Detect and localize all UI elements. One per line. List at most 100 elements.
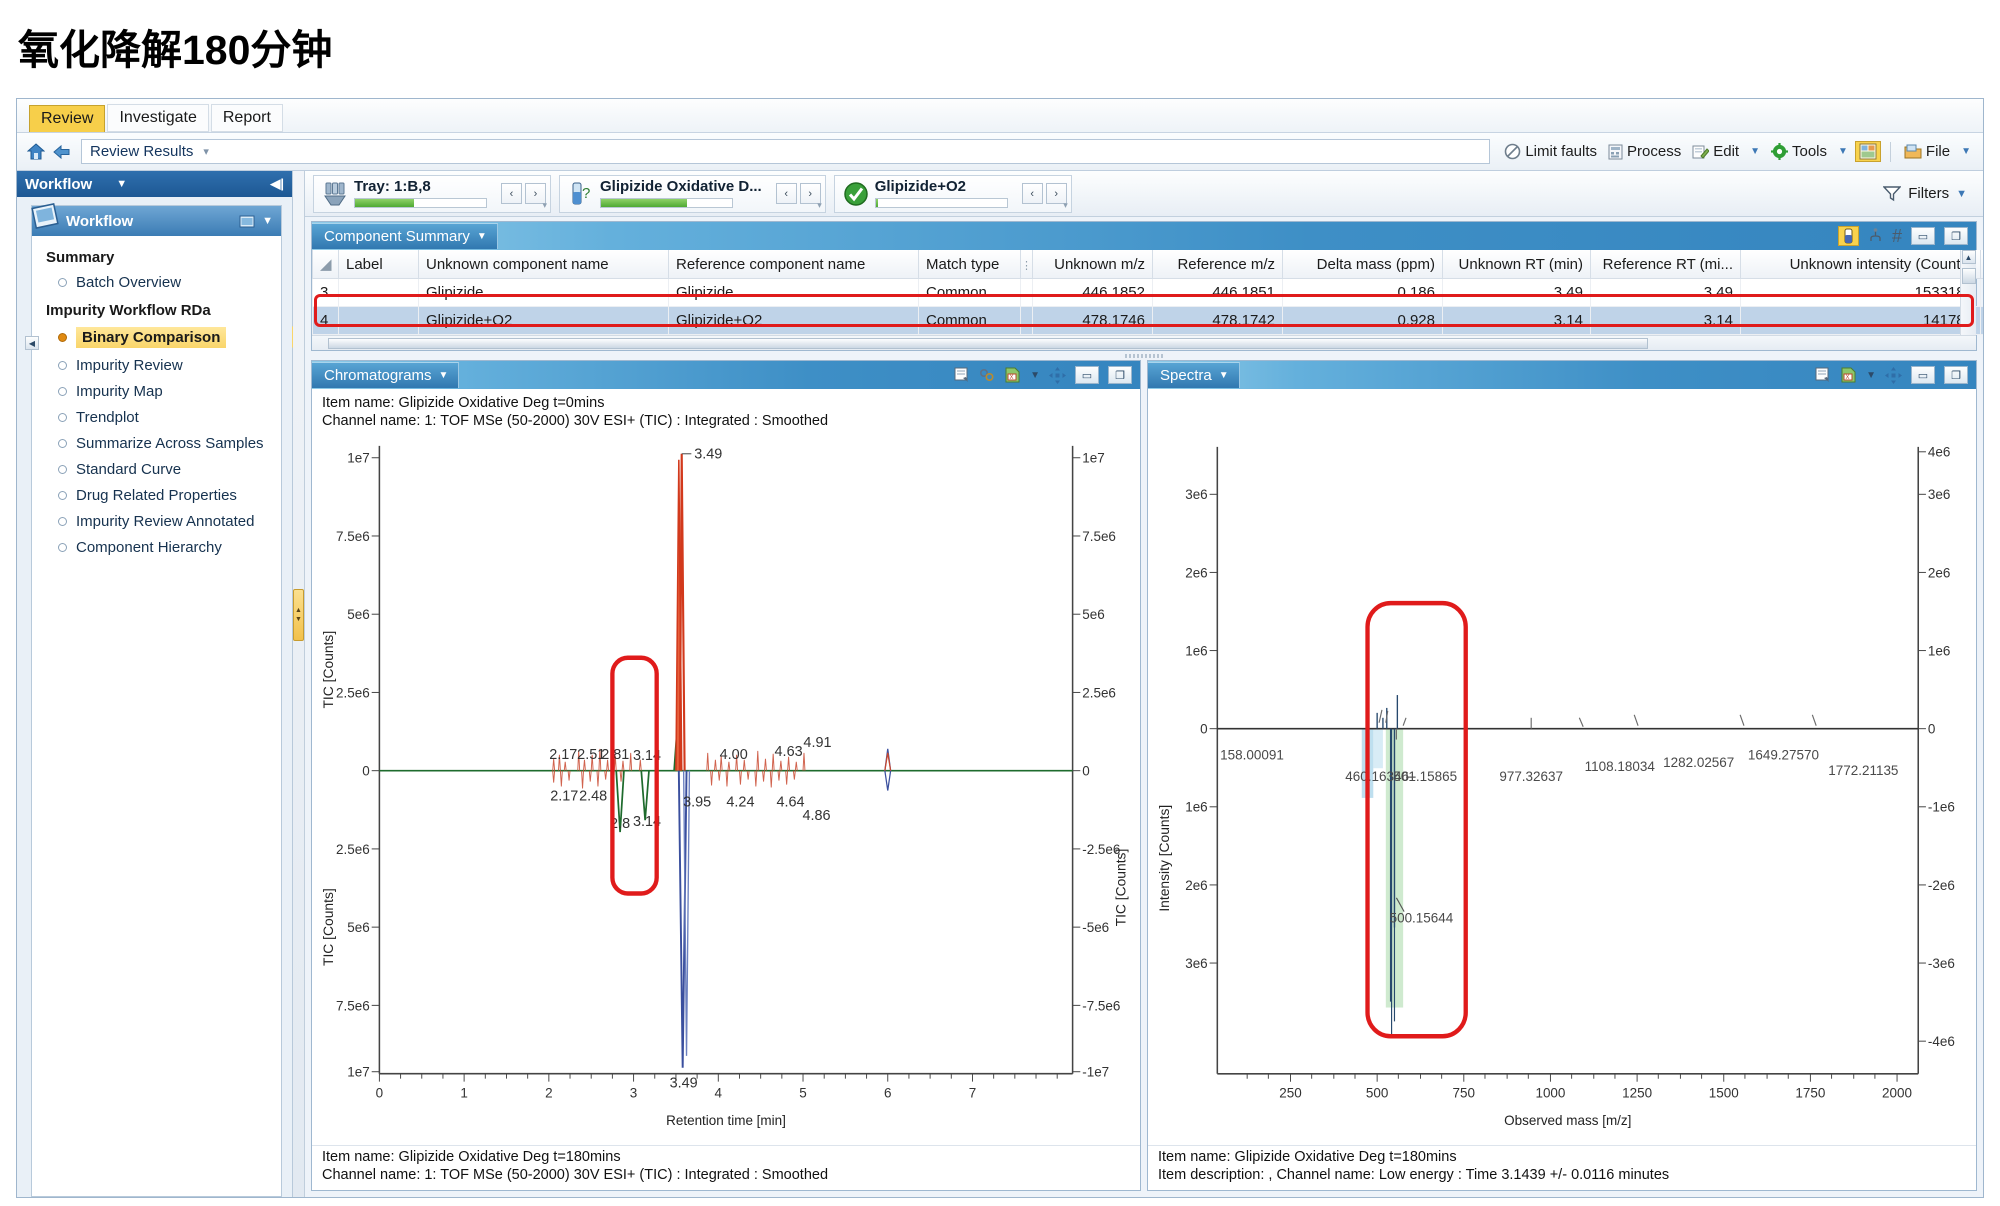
breadcrumb[interactable]: Review Results ▾ [81, 139, 1491, 164]
hscroll-thumb[interactable] [328, 337, 1648, 349]
minimize-button[interactable]: ▭ [1911, 227, 1935, 245]
col-unknown-rt[interactable]: Unknown RT (min) [1442, 250, 1591, 279]
annotate-icon[interactable] [954, 367, 970, 383]
layout-button[interactable] [1854, 141, 1881, 162]
col-sort-indicator[interactable]: ◢ [312, 250, 339, 279]
process-button[interactable]: Process [1604, 141, 1685, 162]
component-dropdown-caret-icon[interactable]: ▾ [1063, 200, 1068, 211]
highlight-toggle-icon[interactable] [1837, 226, 1859, 246]
limit-faults-button[interactable]: Limit faults [1500, 141, 1601, 162]
col-reference-intensity[interactable]: Referen [1980, 250, 1983, 279]
home-icon[interactable] [25, 141, 47, 163]
panel-splitter-grip[interactable] [305, 351, 1983, 360]
tray-card[interactable]: Tray: 1:B,8 ‹ › ▾ [313, 174, 551, 213]
spectrum-plot[interactable]: 3e6 2e6 1e6 0 1e6 2e6 3e6 4e6 3e6 2e6 1e… [1148, 433, 1976, 1145]
collapse-panel-icon[interactable]: ◀| [270, 176, 284, 192]
component-prev-button[interactable]: ‹ [1021, 183, 1043, 204]
tab-report[interactable]: Report [210, 104, 283, 132]
sidebar-item-binary-comparison[interactable]: Binary Comparison [40, 323, 305, 352]
export-dropdown-caret-icon[interactable]: ▼ [1030, 370, 1040, 381]
tab-review[interactable]: Review [29, 105, 106, 132]
grid-vertical-scrollbar[interactable]: ▲ [1960, 250, 1976, 335]
sample-prev-button[interactable]: ‹ [775, 183, 797, 204]
workflow-header-caret-icon[interactable]: ▼ [116, 178, 127, 190]
layout-icon [1859, 143, 1877, 160]
sample-dropdown-caret-icon[interactable]: ▾ [817, 200, 822, 211]
restore-button[interactable]: ❐ [1944, 227, 1968, 245]
tray-dropdown-caret-icon[interactable]: ▾ [542, 200, 547, 211]
spectra-restore-button[interactable]: ❐ [1944, 366, 1968, 384]
col-label[interactable]: Label [338, 250, 419, 279]
export-dropdown-caret-icon[interactable]: ▼ [1866, 370, 1876, 381]
filters-caret-icon[interactable]: ▼ [1956, 188, 1967, 200]
col-unknown-component-name[interactable]: Unknown component name [418, 250, 669, 279]
svg-text:1108.18034: 1108.18034 [1585, 759, 1656, 774]
sidebar-item-impurity-review[interactable]: Impurity Review [40, 353, 275, 378]
chevron-down-icon[interactable]: ▼ [477, 231, 487, 242]
cell-unknown-mz: 478.1746 [1032, 306, 1153, 335]
spectra-panel: Spectra ▼ X ▼ ▭ ❐ 3e6 2e6 1e6 0 1e6 2e6 … [1147, 360, 1977, 1191]
chromatograms-tab[interactable]: Chromatograms ▼ [312, 362, 460, 388]
table-row[interactable]: 3 Glipizide Glipizide Common 446.1852 44… [312, 278, 1983, 307]
sidebar-item-trendplot[interactable]: Trendplot [40, 405, 275, 430]
hash-icon[interactable]: # [1892, 227, 1902, 245]
sample-card[interactable]: ? Glipizide Oxidative D... ‹ › ▾ [559, 174, 826, 213]
spectra-minimize-button[interactable]: ▭ [1911, 366, 1935, 384]
workflow-menu-caret-icon[interactable]: ▼ [262, 215, 273, 227]
col-delta-mass[interactable]: Delta mass (ppm) [1282, 250, 1443, 279]
export-icon[interactable]: X [1840, 367, 1857, 383]
export-icon[interactable]: X [1004, 367, 1021, 383]
chromatograms-restore-button[interactable]: ❐ [1108, 366, 1132, 384]
scroll-up-button[interactable]: ▲ [1961, 250, 1976, 264]
link-icon[interactable] [979, 367, 995, 383]
sidebar-item-batch-overview[interactable]: Batch Overview [40, 270, 275, 295]
tools-button[interactable]: Tools [1767, 141, 1831, 162]
edit-button[interactable]: Edit [1688, 141, 1743, 162]
col-reference-component-name[interactable]: Reference component name [668, 250, 919, 279]
spectra-tab[interactable]: Spectra ▼ [1148, 362, 1240, 388]
tray-prev-button[interactable]: ‹ [501, 183, 522, 204]
sidebar-item-impurity-review-annotated[interactable]: Impurity Review Annotated [40, 509, 275, 534]
col-match-type[interactable]: Match type [918, 250, 1021, 279]
sidebar-item-summarize-across-samples[interactable]: Summarize Across Samples [40, 431, 275, 456]
branch-icon[interactable] [1868, 228, 1883, 244]
process-icon [1608, 144, 1623, 159]
chromatogram-plot[interactable]: 1e7 7.5e6 5e6 2.5e6 0 2.5e6 5e6 7.5e6 1e… [312, 432, 1140, 1145]
table-row[interactable]: 4 Glipizide+O2 Glipizide+O2 Common 478.1… [312, 306, 1983, 335]
file-dropdown-caret-icon[interactable]: ▼ [1957, 146, 1975, 157]
col-reference-rt[interactable]: Reference RT (mi... [1590, 250, 1741, 279]
col-reference-mz[interactable]: Reference m/z [1152, 250, 1283, 279]
col-unknown-mz[interactable]: Unknown m/z [1032, 250, 1153, 279]
scroll-left-button[interactable]: ◀ [25, 336, 39, 350]
filters-button[interactable]: Filters ▼ [1883, 185, 1975, 202]
file-button[interactable]: File [1900, 141, 1954, 162]
workflow-window-icon[interactable] [239, 214, 256, 229]
component-card[interactable]: Glipizide+O2 ‹ › ▾ [833, 174, 1072, 213]
tools-dropdown-caret-icon[interactable]: ▼ [1834, 146, 1852, 157]
main-body: Workflow ▼ ◀| Workflow ▼ Summary Batch O… [17, 171, 1983, 1197]
grid-horizontal-scrollbar[interactable]: ◀ [25, 335, 1976, 350]
cell-reference-intensity [1980, 278, 1983, 307]
scroll-thumb[interactable] [1961, 268, 1976, 284]
sidebar-item-impurity-map[interactable]: Impurity Map [40, 379, 275, 404]
chromatograms-title: Chromatograms [324, 367, 432, 384]
svg-text:1649.27570: 1649.27570 [1748, 747, 1820, 762]
chevron-down-icon[interactable]: ▾ [203, 145, 209, 158]
tab-investigate[interactable]: Investigate [107, 104, 209, 132]
sidebar-resize-handle[interactable]: ▲ ▼ [293, 589, 304, 641]
chevron-down-icon[interactable]: ▼ [439, 370, 449, 381]
sidebar-item-standard-curve[interactable]: Standard Curve [40, 457, 275, 482]
sidebar-item-component-hierarchy[interactable]: Component Hierarchy [40, 535, 275, 560]
annotate-icon[interactable] [1815, 367, 1831, 383]
back-arrow-icon[interactable] [50, 141, 72, 163]
svg-text:3.49: 3.49 [670, 1075, 698, 1091]
sidebar-splitter[interactable]: ▲ ▼ [293, 171, 305, 1197]
move-icon[interactable] [1885, 366, 1902, 384]
chevron-down-icon[interactable]: ▼ [1219, 370, 1229, 381]
chromatograms-minimize-button[interactable]: ▭ [1075, 366, 1099, 384]
component-summary-tab[interactable]: Component Summary ▼ [312, 223, 498, 249]
sidebar-item-drug-related-properties[interactable]: Drug Related Properties [40, 483, 275, 508]
move-icon[interactable] [1049, 366, 1066, 384]
edit-dropdown-caret-icon[interactable]: ▼ [1746, 146, 1764, 157]
col-unknown-intensity[interactable]: Unknown intensity (Counts) [1740, 250, 1981, 279]
